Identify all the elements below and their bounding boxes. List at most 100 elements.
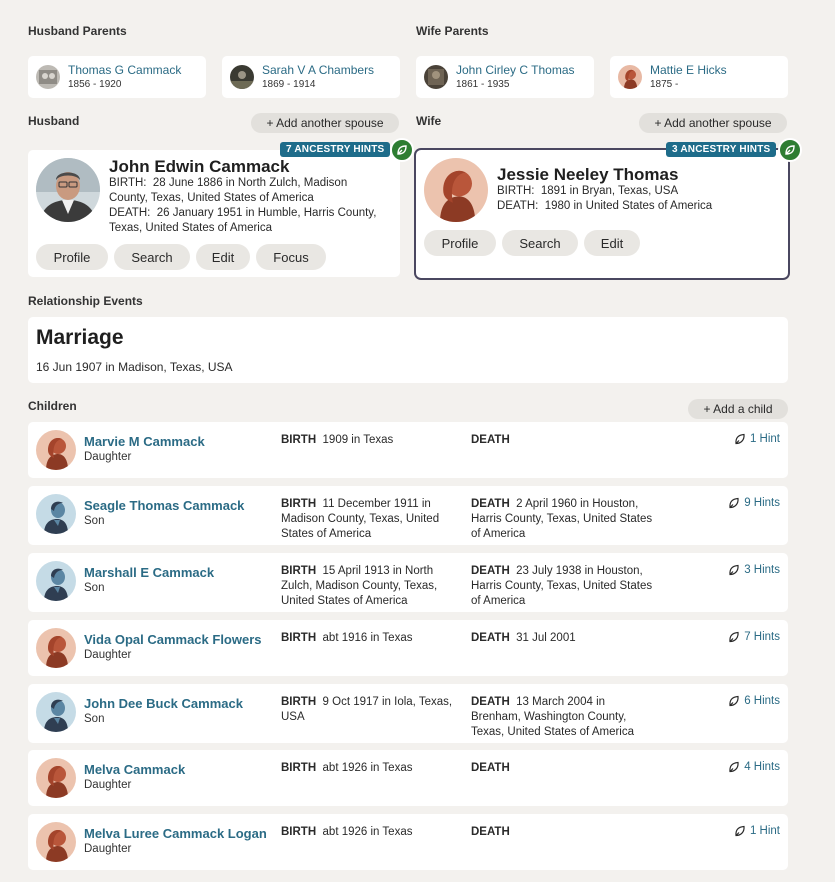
child-hints-label[interactable]: 4 Hints xyxy=(744,761,780,773)
female-avatar-icon[interactable] xyxy=(424,158,488,222)
husband-mother-dates: 1869 - 1914 xyxy=(262,78,316,90)
husband-father-dates: 1856 - 1920 xyxy=(68,78,122,90)
wife-mother-card[interactable]: Mattie E Hicks 1875 - xyxy=(610,56,788,98)
child-death-value: 31 Jul 2001 xyxy=(516,632,576,644)
add-child-button[interactable]: + Add a child xyxy=(688,399,788,419)
wife-hints-badge[interactable]: 3 ANCESTRY HINTS xyxy=(666,142,777,157)
husband-edit-button[interactable]: Edit xyxy=(196,244,250,270)
wife-birth: 1891 in Bryan, Texas, USA xyxy=(540,185,679,197)
child-row[interactable]: Melva Cammack Daughter BIRTH abt 1926 in T… xyxy=(28,750,788,806)
female-avatar-icon xyxy=(36,628,76,668)
husband-father-card[interactable]: Thomas G Cammack 1856 - 1920 xyxy=(28,56,206,98)
hint-leaf-icon xyxy=(728,761,740,773)
child-death-label: DEATH xyxy=(471,696,510,708)
hint-leaf-icon[interactable] xyxy=(390,138,414,162)
husband-focus-button[interactable]: Focus xyxy=(256,244,326,270)
wife-add-spouse-button[interactable]: + Add another spouse xyxy=(639,113,787,133)
wife-parents-title: Wife Parents xyxy=(416,24,489,38)
child-name[interactable]: Seagle Thomas Cammack xyxy=(84,498,244,513)
child-death-label: DEATH xyxy=(471,434,510,446)
male-avatar-icon xyxy=(36,692,76,732)
wife-mother-name[interactable]: Mattie E Hicks xyxy=(650,63,727,77)
child-relation: Daughter xyxy=(84,843,132,855)
child-name[interactable]: Melva Cammack xyxy=(84,762,185,777)
child-hints-link[interactable]: 7 Hints xyxy=(728,631,780,643)
child-relation: Son xyxy=(84,515,105,527)
female-avatar-icon xyxy=(36,758,76,798)
husband-title: Husband xyxy=(28,114,80,128)
child-death: DEATH 2 April 1960 in Houston, Harris Co… xyxy=(471,497,657,542)
child-birth-label: BIRTH xyxy=(281,632,317,644)
child-name[interactable]: Melva Luree Cammack Logan xyxy=(84,826,267,841)
child-birth: BIRTH abt 1926 in Texas xyxy=(281,825,467,840)
wife-birth-label: BIRTH: xyxy=(497,185,535,197)
child-row[interactable]: Melva Luree Cammack Logan Daughter BIRTH a… xyxy=(28,814,788,870)
child-birth: BIRTH 1909 in Texas xyxy=(281,433,467,448)
husband-profile-button[interactable]: Profile xyxy=(36,244,108,270)
child-relation: Son xyxy=(84,713,105,725)
child-birth-label: BIRTH xyxy=(281,565,317,577)
child-hints-label[interactable]: 1 Hint xyxy=(750,433,780,445)
child-hints-link[interactable]: 4 Hints xyxy=(728,761,780,773)
wife-search-button[interactable]: Search xyxy=(502,230,578,256)
child-name[interactable]: John Dee Buck Cammack xyxy=(84,696,243,711)
husband-mother-card[interactable]: Sarah V A Chambers 1869 - 1914 xyxy=(222,56,400,98)
wife-father-card[interactable]: John Cirley C Thomas 1861 - 1935 xyxy=(416,56,594,98)
child-row[interactable]: Marshall E Cammack Son BIRTH 15 April 1913… xyxy=(28,553,788,612)
husband-name[interactable]: John Edwin Cammack xyxy=(109,157,289,177)
children-title: Children xyxy=(28,399,77,413)
male-avatar-icon xyxy=(36,494,76,534)
husband-photo[interactable] xyxy=(36,158,100,222)
wife-profile-button[interactable]: Profile xyxy=(424,230,496,256)
child-row[interactable]: Marvie M Cammack Daughter BIRTH 1909 in Te… xyxy=(28,422,788,478)
child-birth: BIRTH 11 December 1911 in Madison County… xyxy=(281,497,467,542)
child-hints-label[interactable]: 9 Hints xyxy=(744,497,780,509)
child-birth-label: BIRTH xyxy=(281,434,317,446)
child-name[interactable]: Vida Opal Cammack Flowers xyxy=(84,632,262,647)
child-name[interactable]: Marshall E Cammack xyxy=(84,565,214,580)
child-birth: BIRTH 9 Oct 1917 in Iola, Texas, USA xyxy=(281,695,467,725)
female-avatar-icon xyxy=(618,65,642,89)
child-hints-label[interactable]: 3 Hints xyxy=(744,564,780,576)
child-death-label: DEATH xyxy=(471,498,510,510)
husband-add-spouse-button[interactable]: + Add another spouse xyxy=(251,113,399,133)
husband-mother-name[interactable]: Sarah V A Chambers xyxy=(262,63,374,77)
wife-father-name[interactable]: John Cirley C Thomas xyxy=(456,63,575,77)
husband-search-button[interactable]: Search xyxy=(114,244,190,270)
child-hints-link[interactable]: 1 Hint xyxy=(734,825,780,837)
hint-leaf-icon[interactable] xyxy=(778,138,802,162)
child-hints-label[interactable]: 7 Hints xyxy=(744,631,780,643)
child-birth: BIRTH abt 1916 in Texas xyxy=(281,631,467,646)
wife-father-dates: 1861 - 1935 xyxy=(456,78,510,90)
child-birth-label: BIRTH xyxy=(281,826,317,838)
child-birth-label: BIRTH xyxy=(281,498,317,510)
child-death-label: DEATH xyxy=(471,632,510,644)
hint-leaf-icon xyxy=(728,564,740,576)
female-avatar-icon xyxy=(36,430,76,470)
child-death: DEATH 13 March 2004 in Brenham, Washingt… xyxy=(471,695,657,740)
child-hints-link[interactable]: 1 Hint xyxy=(734,433,780,445)
child-death-label: DEATH xyxy=(471,565,510,577)
child-row[interactable]: John Dee Buck Cammack Son BIRTH 9 Oct 1917… xyxy=(28,684,788,743)
child-hints-link[interactable]: 9 Hints xyxy=(728,497,780,509)
hint-leaf-icon xyxy=(728,695,740,707)
child-birth-value: abt 1926 in Texas xyxy=(322,826,413,838)
husband-father-name[interactable]: Thomas G Cammack xyxy=(68,63,181,77)
child-hints-link[interactable]: 6 Hints xyxy=(728,695,780,707)
husband-hints-badge[interactable]: 7 ANCESTRY HINTS xyxy=(280,142,391,157)
child-relation: Son xyxy=(84,582,105,594)
wife-edit-button[interactable]: Edit xyxy=(584,230,640,256)
child-relation: Daughter xyxy=(84,779,132,791)
child-relation: Daughter xyxy=(84,451,132,463)
child-name[interactable]: Marvie M Cammack xyxy=(84,434,205,449)
child-hints-label[interactable]: 6 Hints xyxy=(744,695,780,707)
child-row[interactable]: Seagle Thomas Cammack Son BIRTH 11 Decembe… xyxy=(28,486,788,545)
child-death: DEATH xyxy=(471,825,657,840)
wife-name[interactable]: Jessie Neeley Thomas xyxy=(497,165,678,185)
child-birth-label: BIRTH xyxy=(281,762,317,774)
child-row[interactable]: Vida Opal Cammack Flowers Daughter BIRTH a… xyxy=(28,620,788,676)
child-hints-link[interactable]: 3 Hints xyxy=(728,564,780,576)
marriage-detail: 16 Jun 1907 in Madison, Texas, USA xyxy=(36,360,233,374)
wife-facts: BIRTH: 1891 in Bryan, Texas, USA DEATH: … xyxy=(497,184,777,214)
child-hints-label[interactable]: 1 Hint xyxy=(750,825,780,837)
